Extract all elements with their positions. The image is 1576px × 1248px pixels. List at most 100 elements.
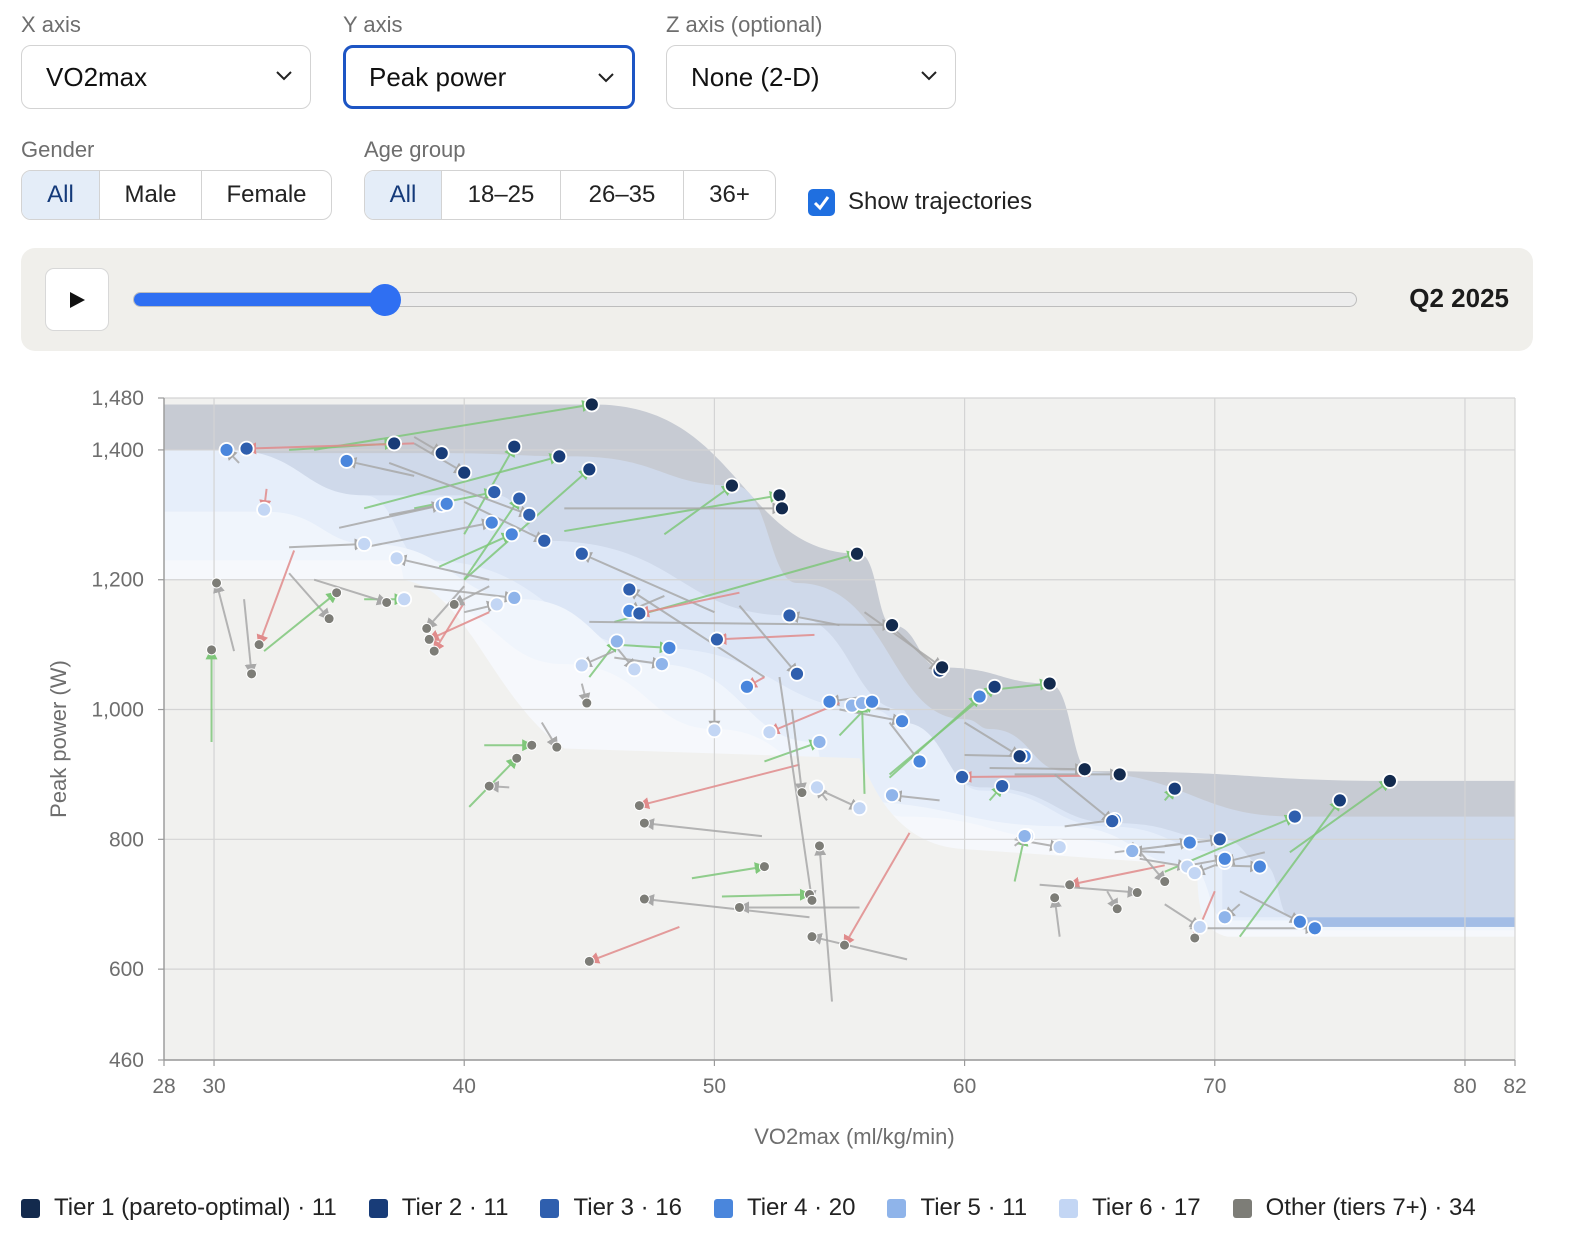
- data-point-tier-3: [621, 581, 638, 598]
- data-point-tier-4: [503, 526, 520, 543]
- x-tick-label: 30: [202, 1075, 225, 1098]
- data-point-tier-3: [486, 484, 503, 501]
- data-point-tier-6: [809, 779, 825, 796]
- data-point-tier-3: [954, 769, 970, 785]
- data-point-tier-7: [331, 587, 343, 599]
- data-point-tier-7: [758, 861, 770, 873]
- data-point-tier-4: [1306, 920, 1323, 937]
- data-point-tier-4: [1181, 834, 1198, 851]
- age-group-segmented-control: All 18–25 26–35 36+: [364, 170, 776, 220]
- data-point-tier-2: [581, 461, 598, 478]
- data-point-tier-1: [724, 477, 740, 494]
- timeline-player: Q2 2025: [21, 248, 1533, 351]
- data-point-tier-4: [338, 453, 355, 469]
- data-point-tier-4: [483, 514, 500, 531]
- data-point-tier-7: [638, 817, 650, 829]
- legend-swatch: [368, 1198, 388, 1218]
- legend-swatch: [1059, 1198, 1079, 1218]
- gender-option-female[interactable]: Female: [202, 171, 331, 219]
- timeline-slider-thumb[interactable]: [368, 284, 401, 316]
- data-point-tier-7: [323, 613, 335, 625]
- legend-swatch: [1232, 1198, 1252, 1218]
- data-point-tier-7: [448, 598, 460, 610]
- data-point-tier-2: [433, 445, 450, 462]
- play-button[interactable]: [45, 268, 109, 331]
- data-point-tier-3: [994, 778, 1011, 795]
- z-axis-value: None (2-D): [691, 61, 820, 92]
- data-point-tier-4: [661, 639, 678, 656]
- data-point-tier-7: [428, 645, 440, 657]
- chevron-down-icon: [598, 73, 614, 83]
- data-point-tier-6: [356, 536, 373, 552]
- data-point-tier-4: [821, 693, 838, 710]
- y-tick-label: 600: [109, 958, 144, 981]
- data-point-tier-3: [709, 631, 725, 648]
- data-point-tier-3: [536, 532, 553, 549]
- data-point-tier-7: [638, 893, 650, 905]
- data-point-tier-4: [971, 688, 988, 705]
- data-point-tier-6: [1191, 919, 1208, 935]
- data-point-tier-5: [1124, 843, 1141, 859]
- data-point-tier-6: [573, 657, 590, 674]
- y-axis-select[interactable]: Peak power: [343, 45, 635, 109]
- timeline-period: Q2 2025: [1409, 283, 1509, 313]
- data-point-tier-5: [1016, 828, 1033, 844]
- data-point-tier-6: [256, 501, 272, 518]
- z-axis-select[interactable]: None (2-D): [666, 45, 956, 109]
- data-point-tier-1: [849, 545, 865, 562]
- data-point-tier-2: [1011, 748, 1028, 765]
- timeline-slider[interactable]: [133, 284, 1357, 316]
- age-option-36-plus[interactable]: 36+: [684, 171, 775, 219]
- checkmark-icon: [813, 195, 830, 210]
- data-point-tier-7: [1049, 892, 1061, 904]
- data-point-tier-1: [771, 487, 788, 504]
- data-point-tier-4: [739, 678, 755, 695]
- data-point-tier-2: [986, 678, 1003, 695]
- data-point-tier-7: [806, 894, 818, 906]
- data-point-tier-6: [706, 722, 723, 739]
- data-point-tier-4: [894, 713, 910, 730]
- x-tick-label: 80: [1453, 1075, 1476, 1098]
- data-point-tier-5: [653, 656, 670, 672]
- data-point-tier-1: [1076, 761, 1093, 778]
- age-option-all[interactable]: All: [365, 171, 442, 219]
- data-point-tier-6: [1186, 865, 1203, 881]
- data-point-tier-7: [1131, 887, 1143, 899]
- x-axis-select[interactable]: VO2max: [21, 45, 311, 109]
- data-point-tier-3: [1104, 813, 1121, 830]
- data-point-tier-7: [423, 633, 435, 645]
- data-point-tier-7: [511, 752, 523, 764]
- legend-item: Tier 4 · 20: [713, 1194, 855, 1222]
- data-point-tier-1: [934, 659, 950, 676]
- data-point-tier-7: [246, 668, 258, 680]
- data-point-tier-4: [911, 753, 928, 770]
- data-point-tier-7: [211, 577, 223, 589]
- gender-option-male[interactable]: Male: [100, 171, 202, 219]
- age-option-18-25[interactable]: 18–25: [442, 171, 561, 219]
- data-point-tier-2: [1331, 792, 1348, 809]
- x-tick-label: 82: [1503, 1075, 1526, 1098]
- age-option-26-35[interactable]: 26–35: [561, 171, 684, 219]
- data-point-tier-3: [1286, 808, 1303, 825]
- y-axis-title: Peak power (W): [46, 660, 71, 818]
- data-point-tier-1: [583, 396, 600, 413]
- data-point-tier-1: [774, 500, 790, 517]
- show-trajectories-toggle[interactable]: Show trajectories: [808, 188, 1032, 216]
- data-point-tier-4: [1291, 913, 1308, 930]
- timeline-slider-fill: [134, 293, 385, 306]
- legend-swatch: [887, 1198, 907, 1218]
- trajectory-line: [989, 763, 1088, 776]
- gender-option-all[interactable]: All: [22, 171, 100, 219]
- trajectories-checkbox[interactable]: [808, 188, 835, 216]
- data-point-tier-7: [421, 622, 433, 634]
- chart-legend: Tier 1 (pareto-optimal) · 11 Tier 2 · 11 T…: [21, 1194, 1508, 1222]
- gender-segmented-control: All Male Female: [21, 170, 332, 220]
- chevron-down-icon: [276, 71, 292, 81]
- data-point-tier-7: [806, 931, 818, 943]
- legend-item: Tier 2 · 11: [368, 1194, 508, 1222]
- legend-swatch: [21, 1198, 40, 1218]
- x-axis-value: VO2max: [46, 61, 148, 92]
- data-point-tier-5: [1216, 909, 1233, 926]
- data-point-tier-5: [811, 734, 828, 750]
- data-point-tier-1: [1111, 766, 1128, 783]
